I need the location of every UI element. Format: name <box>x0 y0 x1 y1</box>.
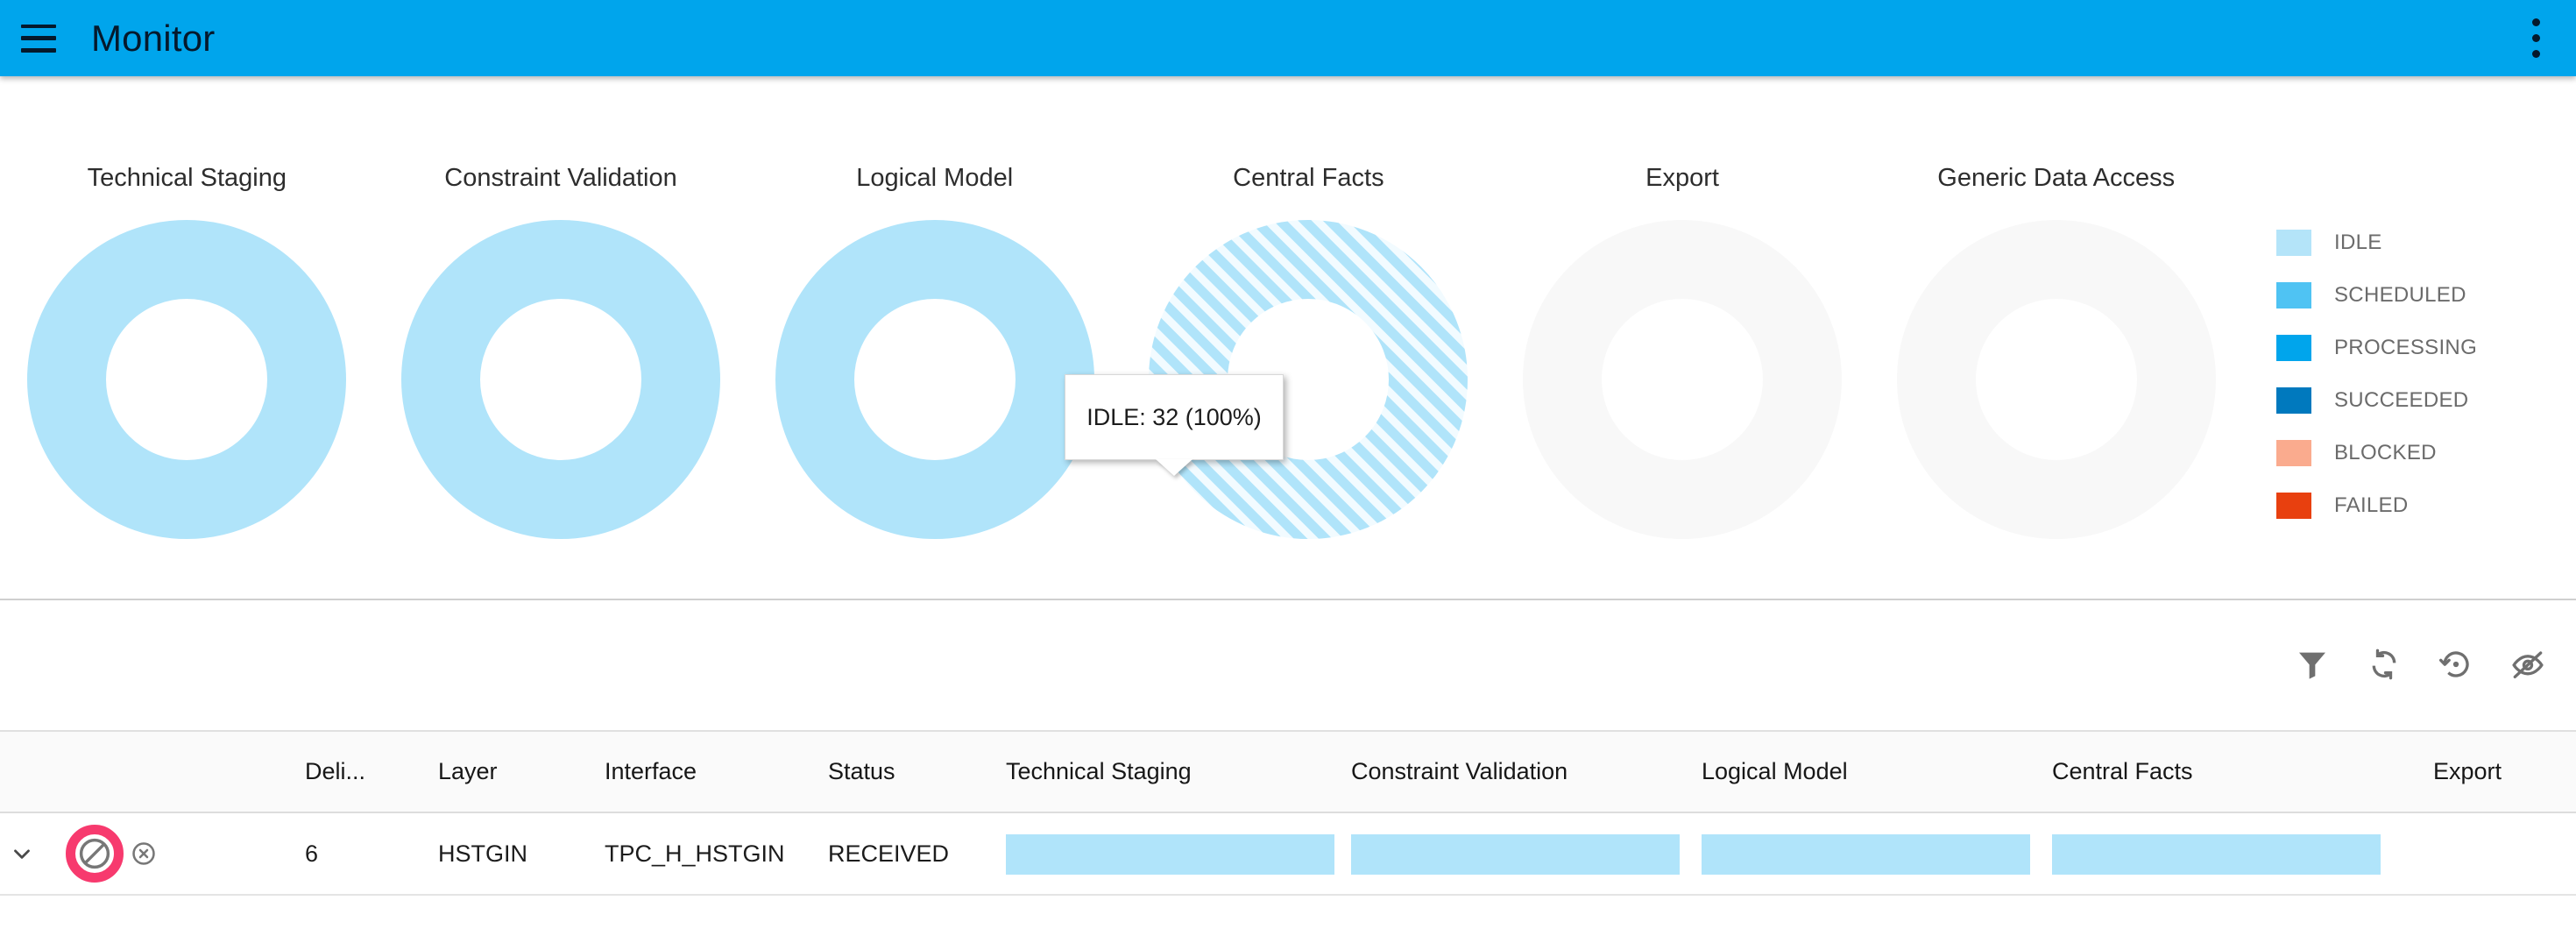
legend-item[interactable]: IDLE <box>2276 230 2565 256</box>
donut-title: Export <box>1645 164 1719 192</box>
table-row[interactable]: 6 HSTGIN TPC_H_HSTGIN RECEIVED <box>0 813 2576 896</box>
hide-icon[interactable] <box>2508 644 2548 684</box>
cell-layer: HSTGIN <box>438 840 528 867</box>
chart-tooltip: IDLE: 32 (100%) <box>1065 374 1284 476</box>
donut-ring[interactable] <box>399 217 723 542</box>
row-controls <box>9 813 163 894</box>
donut-chart-1[interactable]: Technical Staging <box>0 76 374 599</box>
donut-chart-4[interactable]: Central Facts <box>1122 76 1496 599</box>
donut-ring[interactable] <box>25 217 349 542</box>
toolbar-icon-group <box>2292 644 2548 684</box>
legend-swatch <box>2276 230 2311 256</box>
kebab-dot <box>2531 34 2540 42</box>
kebab-menu-icon[interactable] <box>2518 14 2553 63</box>
column-header-delivery[interactable]: Deli... <box>305 732 365 812</box>
monitor-table: Deli... Layer Interface Status Technical Sta… <box>0 730 2576 896</box>
hamburger-bar <box>21 36 56 40</box>
hamburger-menu-icon[interactable] <box>21 24 56 53</box>
legend-swatch <box>2276 440 2311 466</box>
donut-chart-6[interactable]: Generic Data Access <box>1869 76 2243 599</box>
stage-bar-central[interactable] <box>2052 834 2381 875</box>
chart-overview-panel: Technical Staging Constraint Validation Lo… <box>0 76 2576 599</box>
legend-label: IDLE <box>2334 230 2382 254</box>
legend-swatch <box>2276 282 2311 308</box>
column-header-central[interactable]: Central Facts <box>2052 732 2193 812</box>
column-header-status[interactable]: Status <box>828 732 895 812</box>
tooltip-pointer <box>1156 459 1192 476</box>
refresh-icon[interactable] <box>2364 644 2404 684</box>
donut-title: Constraint Validation <box>444 164 677 192</box>
circle-x-icon[interactable] <box>124 834 163 873</box>
cell-status: RECEIVED <box>828 840 950 867</box>
donut-title: Central Facts <box>1233 164 1384 192</box>
donut-ring[interactable] <box>1894 217 2219 542</box>
legend-item[interactable]: PROCESSING <box>2276 335 2565 361</box>
page-title: Monitor <box>91 17 216 59</box>
legend-item[interactable]: SCHEDULED <box>2276 282 2565 308</box>
donut-chart-5[interactable]: Export <box>1496 76 1870 599</box>
donut-chart-2[interactable]: Constraint Validation <box>374 76 748 599</box>
block-circle-icon[interactable] <box>66 825 124 883</box>
legend-swatch <box>2276 493 2311 519</box>
cell-interface: TPC_H_HSTGIN <box>605 840 785 867</box>
table-toolbar <box>0 600 2576 730</box>
donut-title: Technical Staging <box>87 164 287 192</box>
legend-item[interactable]: BLOCKED <box>2276 440 2565 466</box>
kebab-dot <box>2531 18 2540 26</box>
filter-icon[interactable] <box>2292 644 2332 684</box>
stage-bar-tech_stg[interactable] <box>1006 834 1334 875</box>
legend-label: PROCESSING <box>2334 336 2478 359</box>
donut-ring[interactable] <box>773 217 1097 542</box>
legend-item[interactable]: FAILED <box>2276 493 2565 519</box>
donut-title: Logical Model <box>856 164 1014 192</box>
legend-label: FAILED <box>2334 493 2409 517</box>
column-header-layer[interactable]: Layer <box>438 732 498 812</box>
column-header-log_model[interactable]: Logical Model <box>1702 732 1848 812</box>
table-header-row: Deli... Layer Interface Status Technical Sta… <box>0 732 2576 813</box>
table-body: 6 HSTGIN TPC_H_HSTGIN RECEIVED <box>0 813 2576 896</box>
chevron-down-icon[interactable] <box>9 840 35 867</box>
history-icon[interactable] <box>2436 644 2476 684</box>
column-header-interface[interactable]: Interface <box>605 732 697 812</box>
stage-bar-constr_val[interactable] <box>1351 834 1680 875</box>
legend-label: SUCCEEDED <box>2334 388 2469 412</box>
hamburger-bar <box>21 24 56 29</box>
app-header: Monitor <box>0 0 2576 76</box>
legend-swatch <box>2276 335 2311 361</box>
column-header-constr_val[interactable]: Constraint Validation <box>1351 732 1568 812</box>
stage-bar-log_model[interactable] <box>1702 834 2030 875</box>
legend-label: SCHEDULED <box>2334 283 2466 307</box>
legend-item[interactable]: SUCCEEDED <box>2276 387 2565 414</box>
column-header-tech_stg[interactable]: Technical Staging <box>1006 732 1192 812</box>
donut-chart-3[interactable]: Logical Model <box>747 76 1122 599</box>
cell-delivery: 6 <box>305 840 319 867</box>
donut-ring[interactable] <box>1520 217 1844 542</box>
donut-chart-row: Technical Staging Constraint Validation Lo… <box>0 76 2243 599</box>
hamburger-bar <box>21 47 56 53</box>
kebab-dot <box>2531 50 2540 58</box>
donut-title: Generic Data Access <box>1937 164 2176 192</box>
status-legend: IDLE SCHEDULED PROCESSING SUCCEEDED BLOCKED F… <box>2276 230 2565 545</box>
chart-tooltip-text: IDLE: 32 (100%) <box>1086 403 1262 430</box>
legend-swatch <box>2276 387 2311 414</box>
column-header-export[interactable]: Export <box>2433 732 2502 812</box>
legend-label: BLOCKED <box>2334 441 2437 464</box>
